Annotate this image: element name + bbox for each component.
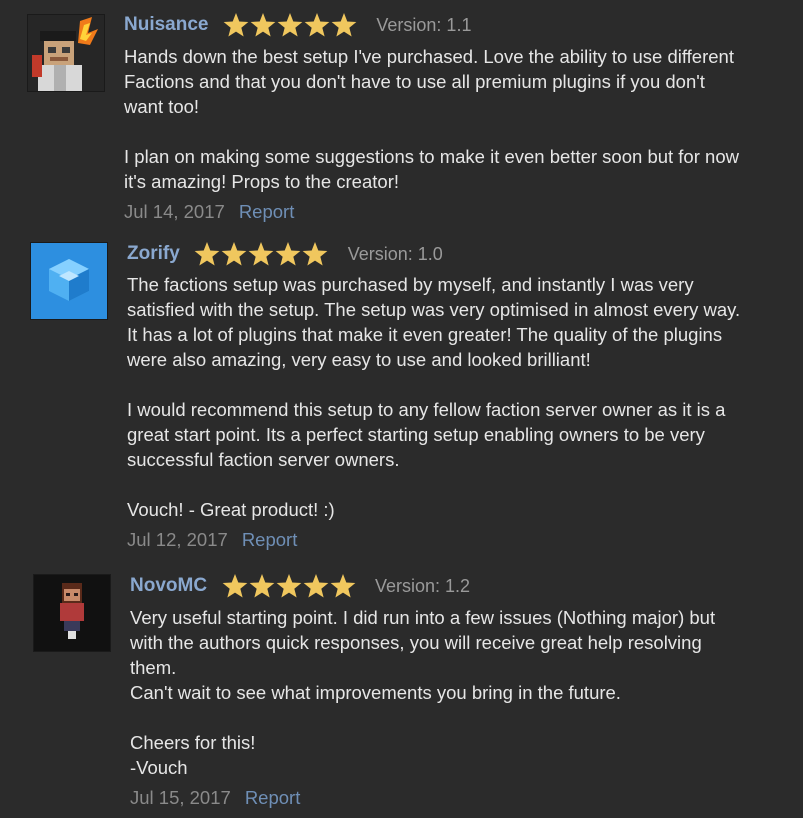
review-text-line: Hands down the best setup I've purchased… (124, 46, 734, 67)
review-date: Jul 15, 2017 (130, 787, 231, 808)
review-item: NovoMC Version: 1.2 Very useful starting… (0, 562, 803, 818)
star-rating (194, 241, 329, 267)
star-icon (248, 242, 274, 266)
review-text-line: great start point. Its a perfect startin… (127, 424, 705, 445)
report-link[interactable]: Report (245, 787, 301, 808)
star-icon (222, 574, 247, 598)
star-icon (302, 242, 328, 266)
review-body: Hands down the best setup I've purchased… (124, 44, 794, 194)
avatar[interactable] (27, 14, 105, 92)
review-item: Zorify Version: 1.0 The factions setup w… (0, 232, 803, 562)
review-text-line: successful faction server owners. (127, 449, 400, 470)
star-icon (250, 13, 276, 37)
review-text-line: -Vouch (130, 757, 188, 778)
report-link[interactable]: Report (242, 529, 298, 550)
avatar-image-nuisance (28, 15, 104, 91)
review-text-line: it's amazing! Props to the creator! (124, 171, 399, 192)
star-icon (303, 574, 328, 598)
star-icon (330, 574, 355, 598)
review-text-line: satisfied with the setup. The setup was … (127, 299, 741, 320)
review-date: Jul 12, 2017 (127, 529, 228, 550)
review-meta: Jul 12, 2017 Report (127, 527, 297, 552)
username-link[interactable]: Nuisance (124, 14, 208, 36)
star-icon (331, 13, 357, 37)
star-icon (304, 13, 330, 37)
review-text-line: Factions and that you don't have to use … (124, 71, 705, 92)
review-text-line: I would recommend this setup to any fell… (127, 399, 726, 420)
report-link[interactable]: Report (239, 201, 295, 222)
avatar[interactable] (33, 574, 111, 652)
avatar-image-zorify (31, 243, 107, 319)
avatar[interactable] (30, 242, 108, 320)
review-text-line: The factions setup was purchased by myse… (127, 274, 694, 295)
review-item: Nuisance Version: 1.1 Hands down the bes… (0, 0, 803, 232)
review-text-line: Cheers for this! (130, 732, 256, 753)
avatar-image-novomc (34, 575, 110, 651)
review-meta: Jul 15, 2017 Report (130, 785, 300, 810)
review-header: NovoMC Version: 1.2 (130, 573, 470, 603)
review-header: Nuisance Version: 1.1 (124, 12, 471, 42)
star-icon (275, 242, 301, 266)
review-body: The factions setup was purchased by myse… (127, 272, 797, 522)
review-text-line: Can't wait to see what improvements you … (130, 682, 621, 703)
star-icon (277, 13, 303, 37)
review-meta: Jul 14, 2017 Report (124, 199, 294, 224)
review-text-line: Vouch! - Great product! :) (127, 499, 335, 520)
version-label: Version: 1.0 (347, 243, 443, 264)
star-icon (249, 574, 274, 598)
star-icon (221, 242, 247, 266)
star-icon (194, 242, 220, 266)
review-text-line: It has a lot of plugins that make it eve… (127, 324, 723, 345)
review-text-line: want too! (124, 96, 200, 117)
review-text-line: were also amazing, very easy to use and … (127, 349, 591, 370)
star-rating (223, 12, 358, 38)
review-text-line: them. (130, 657, 177, 678)
star-icon (223, 13, 249, 37)
review-body: Very useful starting point. I did run in… (130, 605, 800, 780)
star-icon (276, 574, 301, 598)
review-text-line: I plan on making some suggestions to mak… (124, 146, 739, 167)
version-label: Version: 1.2 (374, 575, 471, 596)
username-link[interactable]: NovoMC (130, 575, 207, 597)
review-text-line: Very useful starting point. I did run in… (130, 607, 716, 628)
star-rating (222, 573, 357, 599)
review-text-line: with the authors quick responses, you wi… (130, 632, 702, 653)
review-date: Jul 14, 2017 (124, 201, 225, 222)
version-label: Version: 1.1 (376, 14, 472, 35)
username-link[interactable]: Zorify (127, 243, 180, 265)
review-header: Zorify Version: 1.0 (127, 241, 443, 271)
